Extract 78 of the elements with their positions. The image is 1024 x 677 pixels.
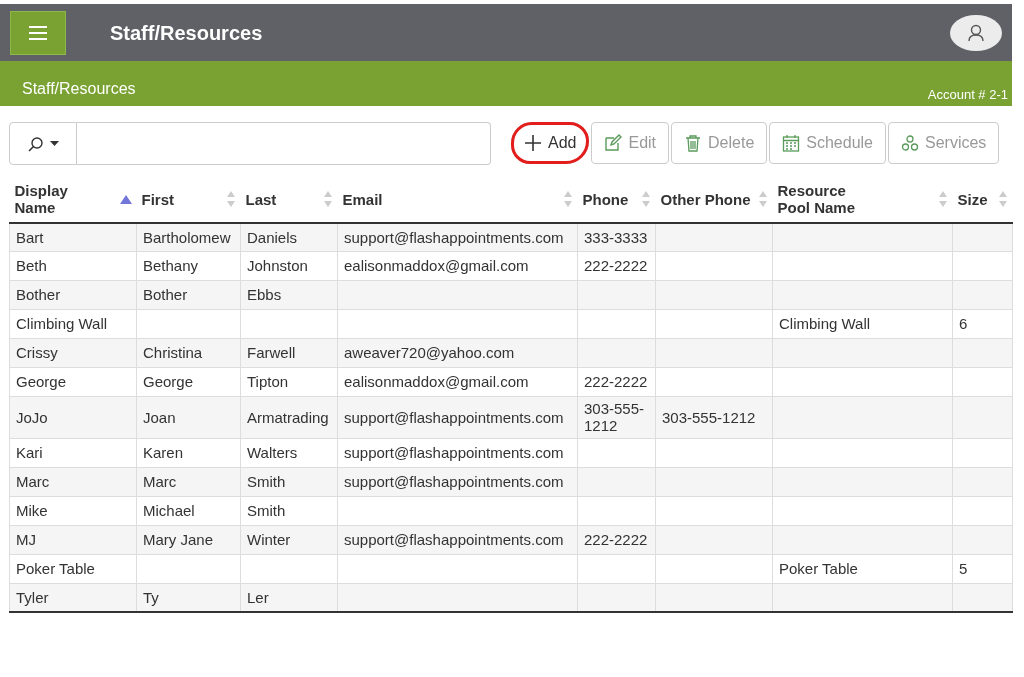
table-cell-text: Farwell: [247, 344, 296, 362]
column-header[interactable]: Other Phone: [660, 190, 751, 208]
table-cell-text: 5: [959, 559, 968, 577]
table-cell-text: 222-2222: [584, 373, 648, 391]
table-cell-text: support@flashappointments.com: [344, 472, 564, 490]
table-cell-text: 303-555-1212: [662, 408, 756, 426]
table-cell-text: support@flashappointments.com: [344, 408, 564, 426]
table-cell-text: Ty: [143, 588, 159, 606]
table-cell-text: Michael: [143, 501, 195, 519]
search-field[interactable]: [77, 122, 491, 165]
add-button[interactable]: Add: [511, 122, 590, 164]
table-cell-text: Smith: [247, 472, 286, 490]
table-cell-text: aweaver720@yahoo.com: [344, 344, 515, 362]
table-cell-text: JoJo: [16, 408, 48, 426]
pencil-square-icon: [604, 134, 623, 152]
table-cell-text: 6: [959, 315, 968, 333]
table-cell-text: Tyler: [16, 588, 49, 606]
page-title: Staff/Resources: [110, 20, 263, 46]
table-cell-text: 333-3333: [584, 228, 648, 246]
table-cell-text: Marc: [143, 472, 177, 490]
table-cell-text: Walters: [247, 443, 298, 461]
table-cell-text: Bart: [16, 228, 44, 246]
table-cell-text: Karen: [143, 443, 184, 461]
circles-icon: [901, 134, 919, 152]
table-cell-text: support@flashappointments.com: [344, 228, 564, 246]
table-cell-text: George: [143, 373, 194, 391]
search-icon: [27, 135, 44, 152]
table-cell-text: Smith: [247, 501, 286, 519]
table-cell-text: 303-555-1212: [584, 400, 645, 435]
table-cell-text: Christina: [143, 344, 203, 362]
column-header[interactable]: First: [141, 190, 174, 208]
column-header[interactable]: Last: [245, 190, 277, 208]
table-cell-text: Bother: [16, 286, 61, 304]
table-cell-text: ealisonmaddox@gmail.com: [344, 373, 529, 391]
table-cell-text: Crissy: [16, 344, 58, 362]
table-cell-text: George: [16, 373, 67, 391]
column-header[interactable]: Phone: [582, 190, 629, 208]
table-cell-text: ealisonmaddox@gmail.com: [344, 257, 529, 275]
trash-icon: [684, 134, 703, 152]
table-cell-text: Kari: [16, 443, 43, 461]
section-title: Staff/Resources: [22, 79, 136, 99]
table-cell-text: Bother: [143, 286, 188, 304]
table-cell-text: Daniels: [247, 228, 298, 246]
table-cell-text: Poker Table: [779, 559, 858, 577]
table-cell-text: Bethany: [143, 257, 199, 275]
table-cell-text: Bartholomew: [143, 228, 231, 246]
caret-icon: [49, 141, 59, 146]
table-cell-text: Winter: [247, 530, 291, 548]
user-icon: [968, 23, 984, 42]
column-header[interactable]: Email: [342, 190, 383, 208]
calendar-icon: [782, 134, 801, 152]
table-cell-text: Tipton: [247, 373, 289, 391]
column-header[interactable]: Size: [957, 190, 988, 208]
table-cell-text: Mike: [16, 501, 48, 519]
table-cell-text: Climbing Wall: [779, 315, 871, 333]
table-cell-text: Poker Table: [16, 559, 95, 577]
table-cell-text: Johnston: [247, 257, 308, 275]
table-cell-text: Armatrading: [247, 408, 329, 426]
table-cell-text: Beth: [16, 257, 47, 275]
table-cell-text: MJ: [16, 530, 36, 548]
menu-icon: [28, 24, 48, 41]
search-options-button[interactable]: [9, 122, 77, 165]
table-cell-text: Ler: [247, 588, 269, 606]
table-cell-text: support@flashappointments.com: [344, 530, 564, 548]
column-header[interactable]: Resource Pool Name: [777, 182, 873, 217]
table-cell-text: support@flashappointments.com: [344, 443, 564, 461]
table-cell-text: Ebbs: [247, 286, 282, 304]
user-avatar-button[interactable]: [950, 14, 1002, 51]
table-cell-text: 222-2222: [584, 257, 648, 275]
plus-icon: [524, 134, 542, 152]
table-cell-text: Joan: [143, 408, 176, 426]
column-header[interactable]: Display Name: [14, 182, 110, 217]
table-cell-text: Marc: [16, 472, 50, 490]
table-cell-text: Mary Jane: [143, 530, 214, 548]
menu-button[interactable]: [10, 10, 66, 55]
table-cell-text: 222-2222: [584, 530, 648, 548]
table-cell-text: Climbing Wall: [16, 315, 108, 333]
account-number: Account # 2-1: [927, 86, 1009, 104]
